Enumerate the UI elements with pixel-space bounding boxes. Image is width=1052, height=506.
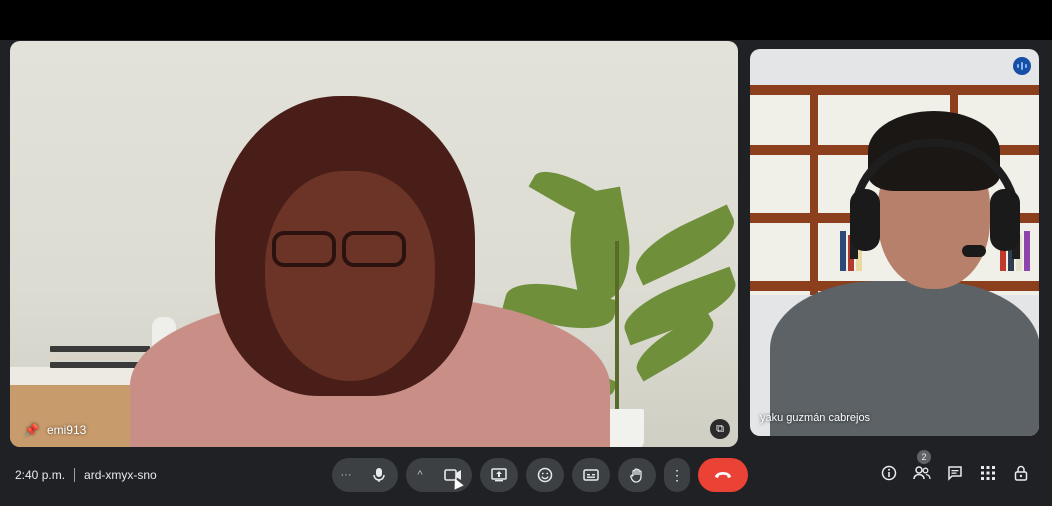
- main-video-tile[interactable]: 📌 emi913 ⧉: [10, 41, 738, 447]
- top-bar: [0, 0, 1052, 40]
- present-screen-icon[interactable]: [480, 458, 518, 492]
- people-icon[interactable]: 2: [913, 450, 931, 484]
- side-video-tile[interactable]: yaku guzmán cabrejos: [750, 49, 1039, 436]
- control-bar: 2:40 p.m. ard-xmyx-sno ··· ^ ⋮ 2: [0, 448, 1052, 506]
- call-controls: ··· ^ ⋮: [332, 458, 748, 492]
- headset-mic: [962, 245, 986, 257]
- participant-glasses: [272, 231, 422, 271]
- end-call-icon[interactable]: [698, 458, 748, 492]
- captions-icon[interactable]: [572, 458, 610, 492]
- participant-name-main: 📌 emi913: [24, 423, 86, 437]
- meeting-info-icon[interactable]: [880, 462, 898, 484]
- chat-icon[interactable]: [946, 462, 964, 484]
- host-controls-lock-icon[interactable]: [1012, 462, 1030, 484]
- camera-control-group: ^: [406, 458, 472, 492]
- camera-options-button[interactable]: ^: [406, 458, 434, 492]
- pin-icon[interactable]: 📌: [24, 423, 39, 437]
- participant-name-side: yaku guzmán cabrejos: [760, 412, 871, 424]
- activities-icon[interactable]: [979, 462, 997, 484]
- speaking-indicator-icon: [1013, 57, 1031, 75]
- participant-face: [265, 171, 435, 381]
- plant: [615, 241, 619, 421]
- meeting-code[interactable]: ard-xmyx-sno: [84, 468, 157, 482]
- divider: [74, 468, 76, 482]
- more-options-icon[interactable]: ⋮: [664, 458, 690, 492]
- people-count-badge: 2: [917, 450, 931, 464]
- participant-name-label: emi913: [46, 423, 87, 437]
- emoji-icon[interactable]: [526, 458, 564, 492]
- meeting-time: 2:40 p.m.: [15, 468, 66, 482]
- side-panel-controls: 2: [880, 450, 1030, 484]
- mic-icon[interactable]: [360, 458, 398, 492]
- meeting-details: 2:40 p.m. ard-xmyx-sno: [15, 468, 157, 482]
- picture-in-picture-icon[interactable]: ⧉: [710, 419, 730, 439]
- mic-control-group: ···: [332, 458, 398, 492]
- raise-hand-icon[interactable]: [618, 458, 656, 492]
- mic-options-button[interactable]: ···: [332, 458, 360, 492]
